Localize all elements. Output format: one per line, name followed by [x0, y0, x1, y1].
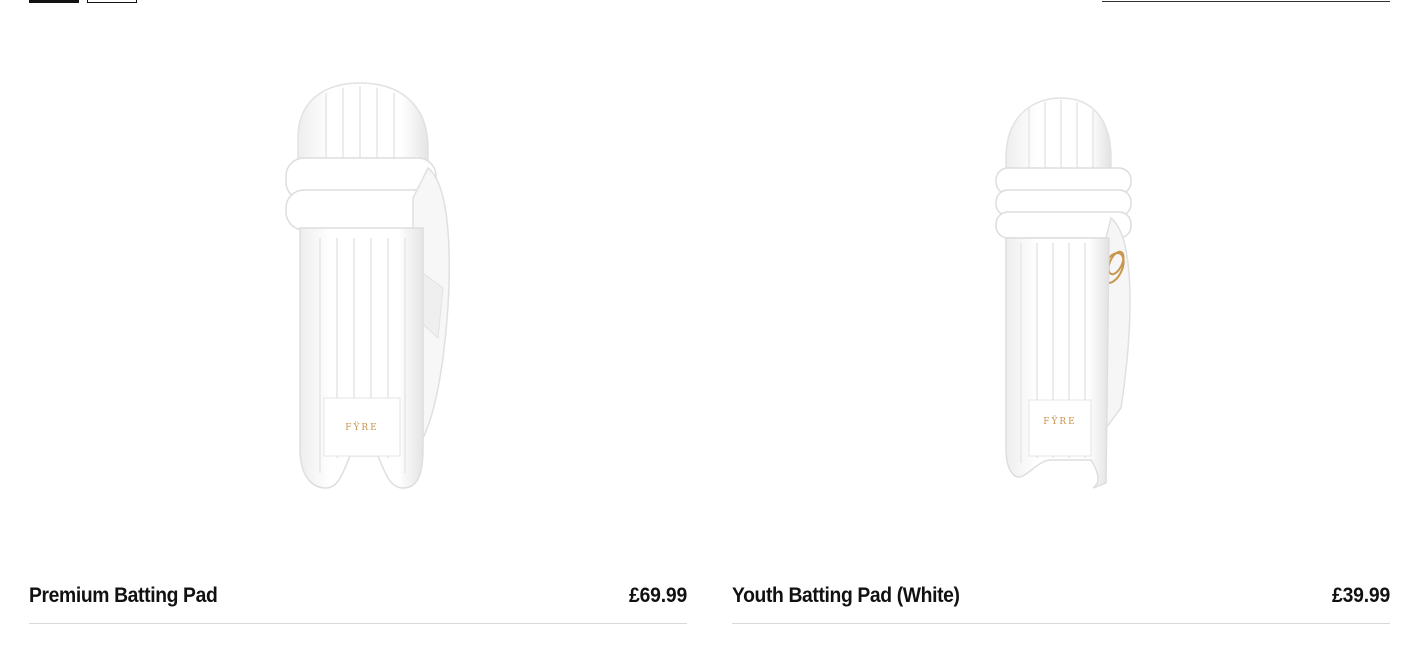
view-toggle: [29, 0, 137, 3]
grid-view-button[interactable]: [29, 0, 79, 3]
product-image[interactable]: FŸRE: [29, 18, 687, 578]
brand-mark: FŸRE: [345, 421, 379, 433]
product-grid: FŸRE Premium Batting Pad £69.99 FŸRE You…: [29, 18, 1390, 624]
product-card[interactable]: FŸRE Youth Batting Pad (White) £39.99: [732, 18, 1390, 624]
sort-select[interactable]: [1102, 0, 1390, 2]
batting-pad-image: FŸRE: [995, 97, 1132, 489]
batting-pad-image: FŸRE: [285, 82, 450, 489]
product-title[interactable]: Premium Batting Pad: [29, 584, 218, 608]
product-listing-page: FŸRE Premium Batting Pad £69.99 FŸRE You…: [0, 0, 1419, 649]
product-info: Youth Batting Pad (White) £39.99: [732, 578, 1390, 624]
product-card[interactable]: FŸRE Premium Batting Pad £69.99: [29, 18, 687, 624]
product-title[interactable]: Youth Batting Pad (White): [732, 584, 960, 608]
product-image[interactable]: FŸRE: [732, 18, 1390, 578]
product-info: Premium Batting Pad £69.99: [29, 578, 687, 624]
brand-mark: FŸRE: [1043, 415, 1077, 427]
list-view-button[interactable]: [87, 0, 137, 3]
product-price: £39.99: [1332, 584, 1390, 607]
product-price: £69.99: [629, 584, 687, 607]
